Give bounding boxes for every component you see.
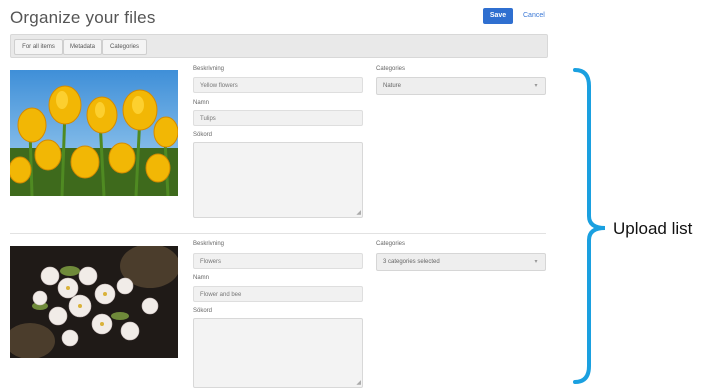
name-field[interactable]: Tulips — [193, 110, 363, 126]
categories-value: 3 categories selected — [383, 259, 440, 265]
tab-categories[interactable]: Categories — [102, 39, 147, 55]
categories-select[interactable]: Nature ▾ — [376, 77, 546, 95]
yellow-tulips-photo — [10, 70, 178, 196]
keywords-textarea[interactable]: ◢ — [193, 318, 363, 388]
upload-list-bracket — [565, 68, 610, 391]
tab-for-all-items[interactable]: For all items — [14, 39, 63, 55]
chevron-down-icon: ▾ — [534, 259, 538, 265]
categories-label: Categories — [376, 66, 406, 72]
description-field[interactable]: Yellow flowers — [193, 77, 363, 93]
categories-value: Nature — [383, 83, 402, 89]
white-blossoms-photo — [10, 246, 178, 358]
resize-handle-icon[interactable]: ◢ — [356, 380, 361, 386]
tab-metadata[interactable]: Metadata — [63, 39, 102, 55]
categories-select[interactable]: 3 categories selected ▾ — [376, 253, 546, 271]
keywords-textarea[interactable]: ◢ — [193, 142, 363, 218]
item-divider — [10, 233, 546, 234]
description-label: Beskrivning — [193, 241, 225, 247]
description-label: Beskrivning — [193, 66, 225, 72]
upload-list-label: Upload list — [613, 219, 693, 238]
resize-handle-icon[interactable]: ◢ — [356, 210, 361, 216]
keywords-label: Sökord — [193, 308, 213, 314]
cancel-link[interactable]: Cancel — [523, 8, 545, 24]
name-field[interactable]: Flower and bee — [193, 286, 363, 302]
tab-bar: For all items Metadata Categories — [10, 34, 548, 58]
save-button[interactable]: Save — [483, 8, 513, 24]
name-label: Namn — [193, 100, 210, 106]
name-label: Namn — [193, 275, 210, 281]
categories-label: Categories — [376, 241, 406, 247]
chevron-down-icon: ▾ — [534, 83, 538, 89]
keywords-label: Sökord — [193, 132, 213, 138]
page-title: Organize your files — [10, 8, 156, 27]
description-field[interactable]: Flowers — [193, 253, 363, 269]
